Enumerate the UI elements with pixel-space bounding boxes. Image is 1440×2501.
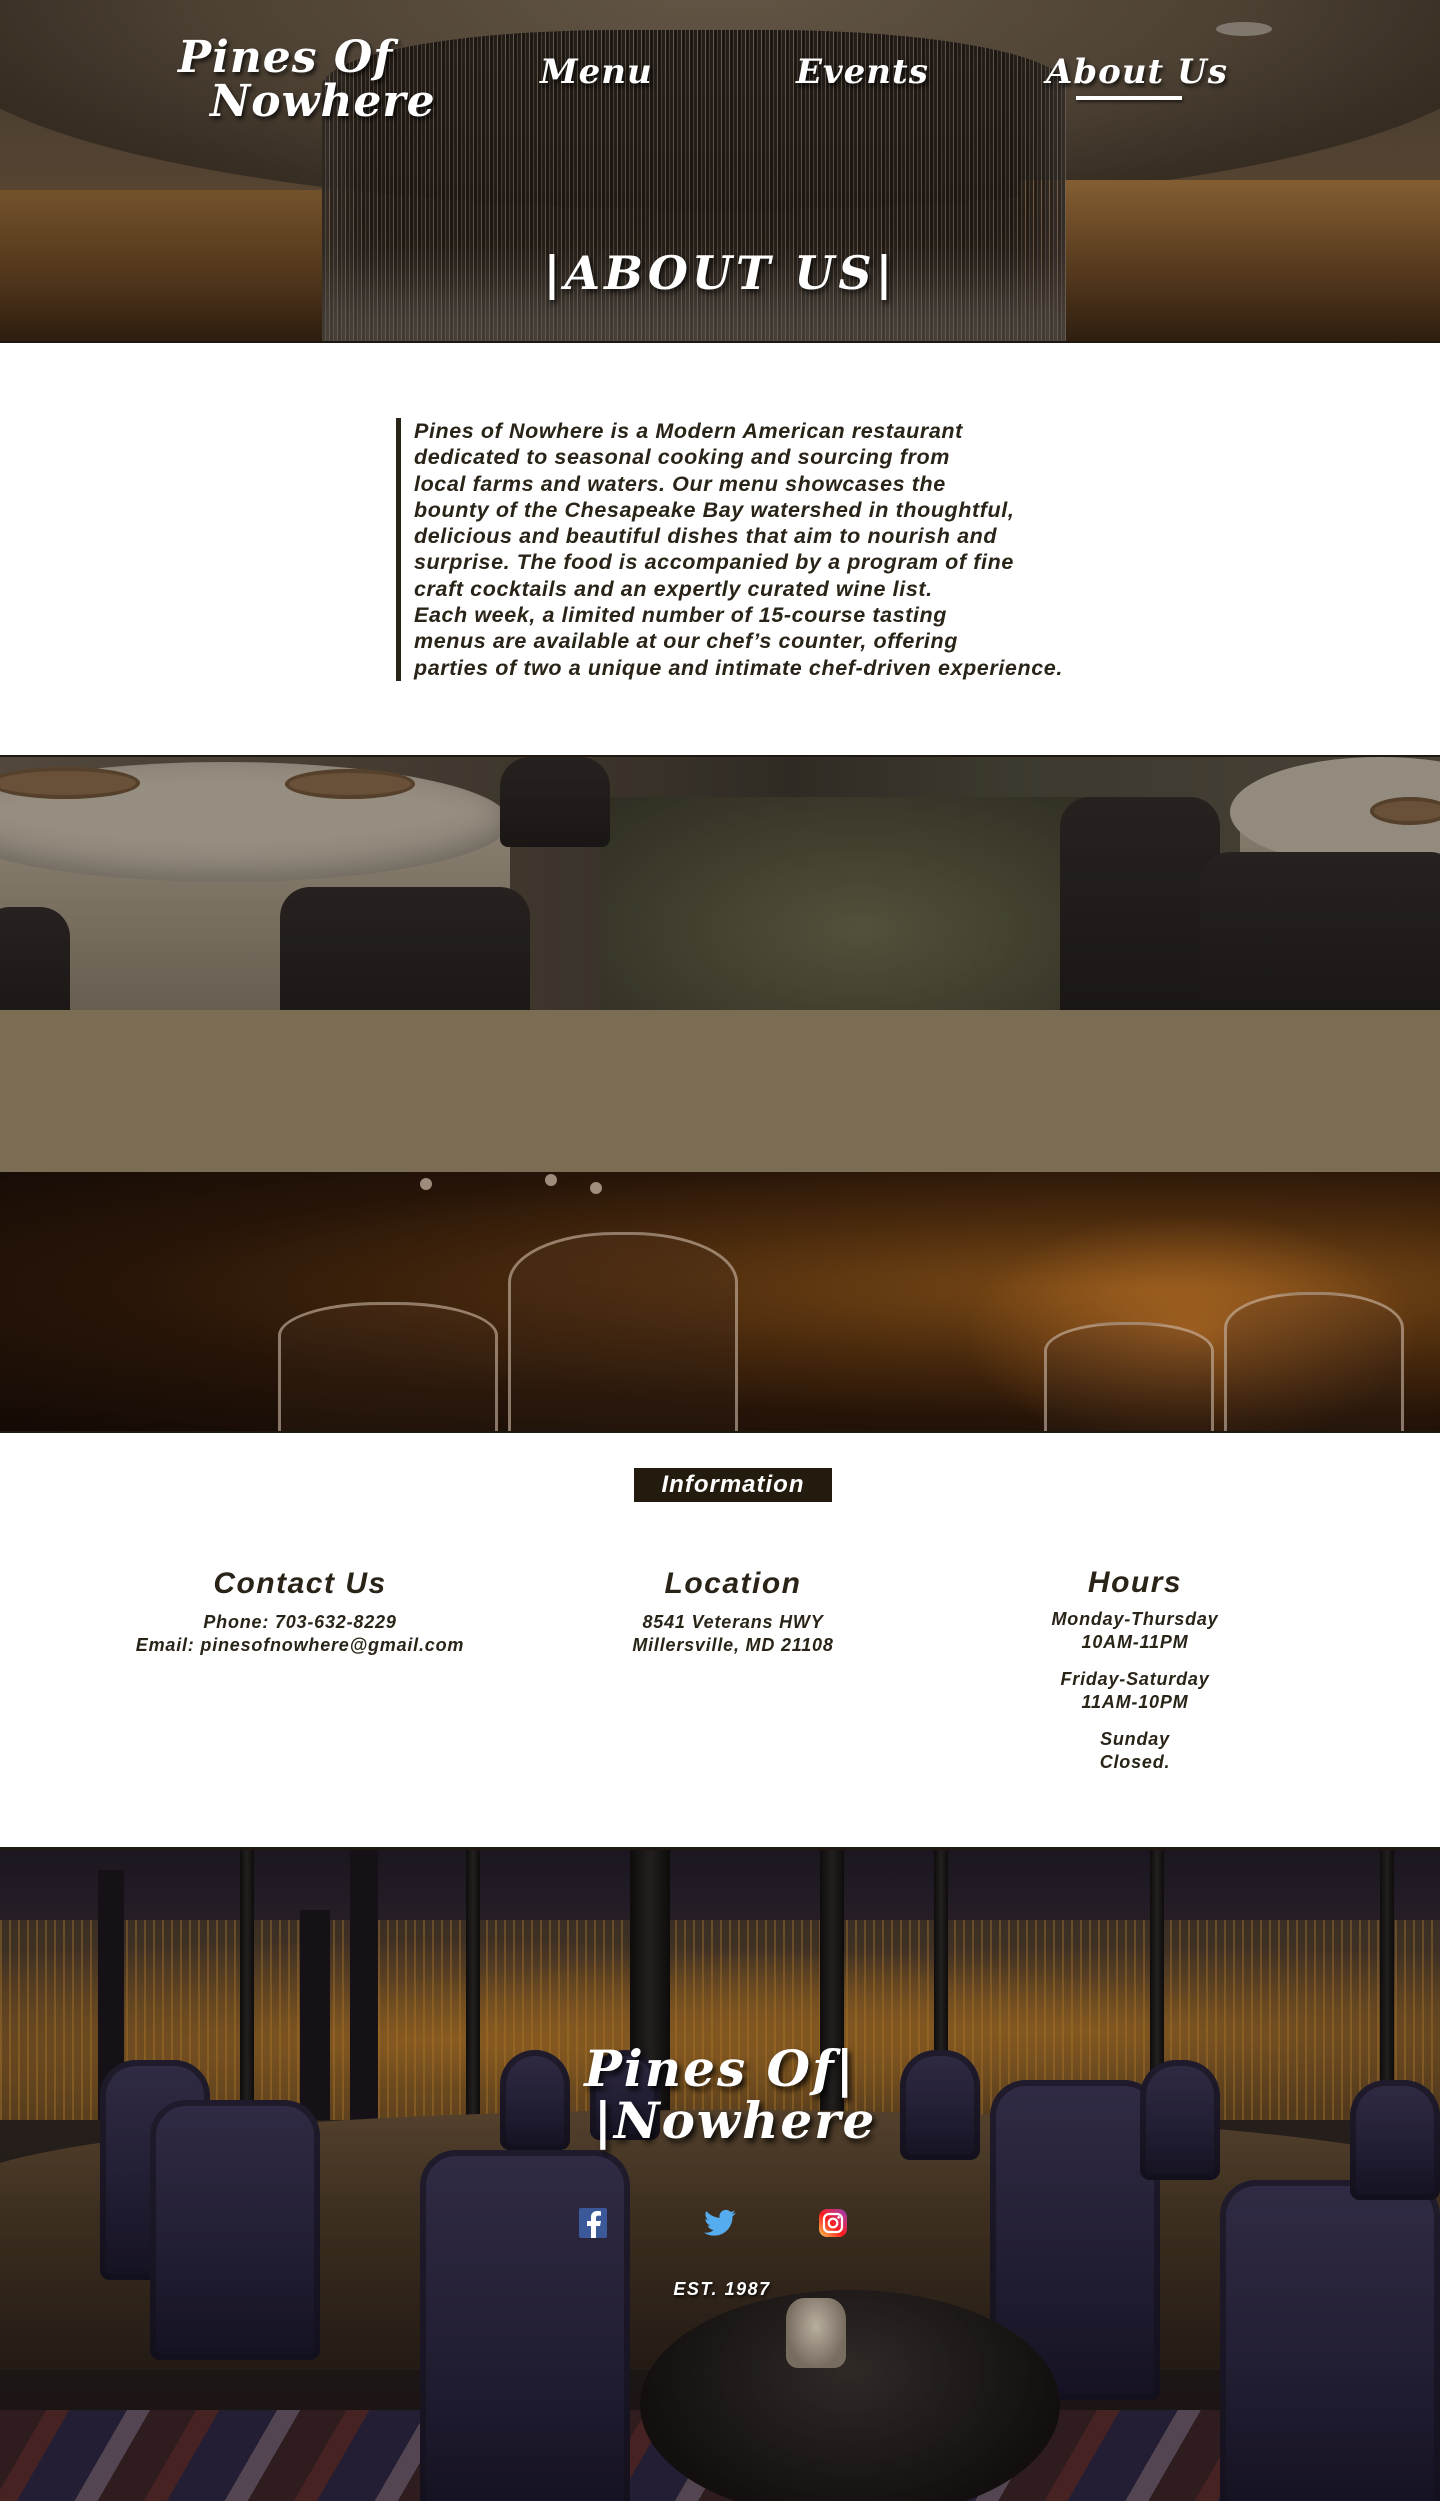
twitter-link[interactable] xyxy=(704,2207,736,2239)
nav-item-events[interactable]: Events xyxy=(796,52,929,92)
chandelier-glint xyxy=(420,1178,432,1190)
hours-days: Monday-Thursday xyxy=(1051,1609,1219,1629)
footer-logo-line-1: Pines Of| xyxy=(584,2039,856,2098)
footer-logo-line-2: |Nowhere xyxy=(593,2091,877,2150)
hours-time: 11AM-10PM xyxy=(1081,1692,1189,1712)
footer-shade xyxy=(0,1850,1440,2501)
hours-time: Closed. xyxy=(1099,1752,1171,1772)
facebook-link[interactable] xyxy=(577,2207,609,2239)
hours-gap xyxy=(935,1654,1335,1668)
hours-column: Hours Monday-Thursday 10AM-11PM Friday-S… xyxy=(935,1566,1335,1774)
hours-days: Sunday xyxy=(1100,1729,1170,1749)
contact-column: Contact Us Phone: 703-632-8229 Email: pi… xyxy=(100,1567,500,1657)
location-street: 8541 Veterans HWY xyxy=(642,1612,824,1632)
location-city: Millersville, MD 21108 xyxy=(632,1635,834,1655)
footer-logo[interactable]: Pines Of| |Nowhere xyxy=(0,2043,1440,2147)
hours-days: Friday-Saturday xyxy=(1060,1669,1210,1689)
hours-time: 10AM-11PM xyxy=(1081,1632,1189,1652)
contact-heading: Contact Us xyxy=(213,1567,387,1600)
chandelier-glint xyxy=(545,1174,557,1186)
about-text: Pines of Nowhere is a Modern American re… xyxy=(414,419,1063,680)
established-text: EST. 1987 xyxy=(673,2279,771,2299)
contact-phone[interactable]: Phone: 703-632-8229 xyxy=(100,1611,500,1634)
banner-shade xyxy=(0,757,1440,1010)
about-section: Pines of Nowhere is a Modern American re… xyxy=(396,418,1106,681)
information-tag: Information xyxy=(634,1468,832,1502)
location-heading: Location xyxy=(664,1567,802,1600)
footer xyxy=(0,1847,1440,2501)
twitter-icon xyxy=(704,2209,736,2236)
wine-glass xyxy=(508,1232,738,1431)
instagram-icon xyxy=(819,2209,847,2237)
chandelier-glint xyxy=(590,1182,602,1194)
dining-room-banner xyxy=(0,755,1440,1010)
contact-email[interactable]: Email: pinesofnowhere@gmail.com xyxy=(100,1634,500,1657)
color-band xyxy=(0,1010,1440,1172)
main-nav: Menu Events About Us xyxy=(0,52,1440,102)
nav-active-underline xyxy=(1076,96,1182,100)
nav-item-menu[interactable]: Menu xyxy=(540,52,653,92)
instagram-link[interactable] xyxy=(817,2207,849,2239)
hours-heading: Hours xyxy=(1087,1566,1183,1599)
nav-item-about-us[interactable]: About Us xyxy=(1046,52,1228,92)
wine-glass xyxy=(278,1302,498,1431)
location-column: Location 8541 Veterans HWY Millersville,… xyxy=(533,1567,933,1657)
facebook-icon xyxy=(579,2208,607,2238)
wine-glasses-banner xyxy=(0,1172,1440,1433)
hours-gap xyxy=(935,1714,1335,1728)
wine-glass xyxy=(1044,1322,1214,1431)
wine-glass xyxy=(1224,1292,1404,1431)
page-title: |ABOUT US| xyxy=(543,246,897,300)
